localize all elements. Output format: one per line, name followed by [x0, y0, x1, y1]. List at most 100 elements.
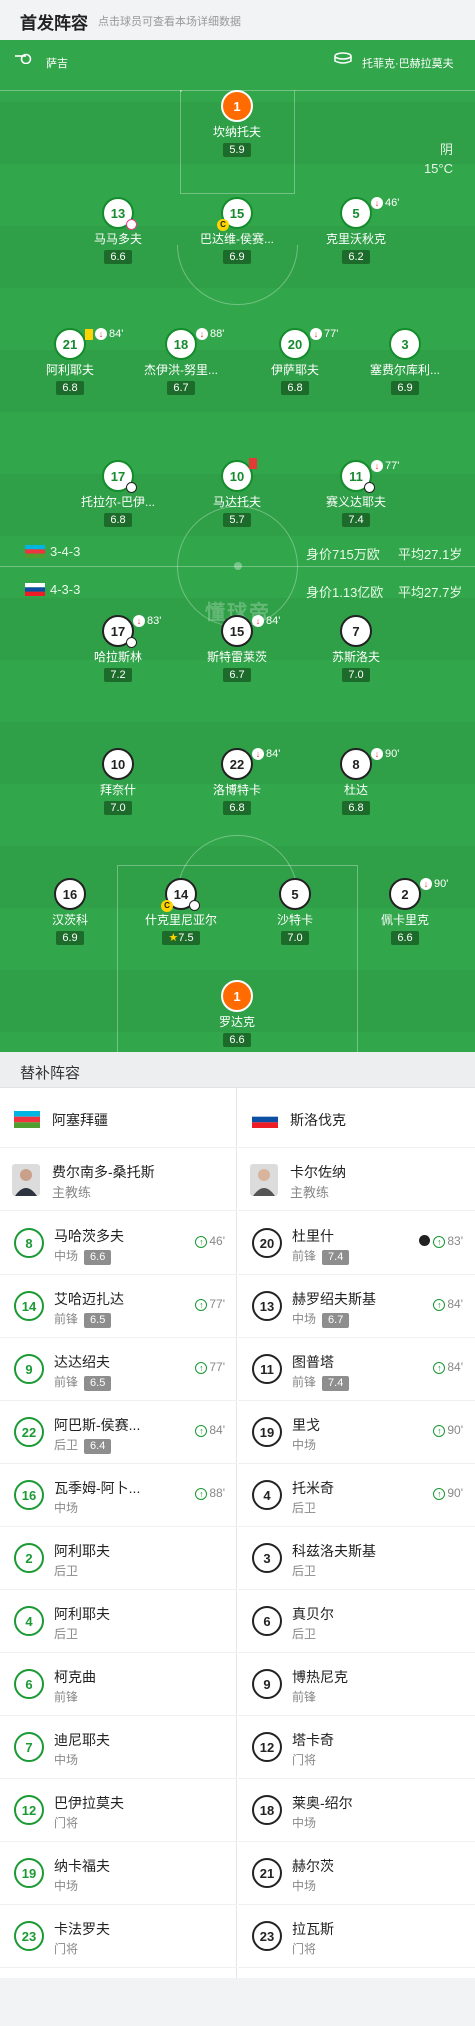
sub-in-time: 77': [209, 1297, 225, 1311]
sub-position-label: 后卫: [54, 1627, 79, 1641]
weather-temp: 15°C: [423, 161, 453, 176]
sub-name: 真贝尔: [292, 1606, 334, 1622]
away-player-8[interactable]: 8 ↓ 90' 杜达 6.8: [301, 748, 411, 816]
sub-player-row[interactable]: 2 阿利耶夫 后卫: [0, 1527, 237, 1590]
away-player-16[interactable]: 16 汉茨科 6.9: [15, 878, 125, 946]
player-number: 17: [110, 623, 126, 639]
sub-out-time: 90': [434, 878, 449, 890]
sub-player-row[interactable]: 23 拉瓦斯 门将: [238, 1905, 475, 1968]
away-player-22[interactable]: 22 ↓ 84' 洛博特卡 6.8: [182, 748, 292, 816]
sub-name: 卡法罗夫: [54, 1921, 110, 1937]
sub-position-label: 中场: [292, 1816, 317, 1830]
sub-player-row[interactable]: 11 图普塔 前锋 7.4 ↑ 84': [238, 1338, 475, 1401]
sub-player-row[interactable]: 18 莱奥-绍尔中场: [238, 1779, 475, 1842]
sub-player-row[interactable]: 12 塔卡奇 门将: [238, 1716, 475, 1779]
sub-player-row[interactable]: 20 杜里什 前锋 7.4 ↑ 83': [238, 1212, 475, 1275]
sub-player-row[interactable]: 13 赫罗绍夫斯基 中场 6.7 ↑ 84': [238, 1275, 475, 1338]
home-player-3[interactable]: 3 塞费尔库利... 6.9: [350, 328, 460, 396]
sub-player-row[interactable]: 22 阿巴斯-侯赛... 后卫 6.4 ↑ 84': [0, 1401, 237, 1464]
sub-position: 前锋 7.4: [292, 1247, 350, 1265]
sub-out-info: ↓ 84': [85, 328, 123, 341]
player-name: 巴达维-侯赛...: [200, 232, 274, 246]
sub-player-row[interactable]: 16 瓦季姆-阿卜... 中场 ↑ 88': [0, 1464, 237, 1527]
home-coach[interactable]: 费尔南多-桑托斯 主教练: [0, 1148, 237, 1211]
away-coach[interactable]: 卡尔佐纳 主教练: [238, 1148, 475, 1211]
sub-position-label: 前锋: [292, 1249, 317, 1263]
sub-in-info: ↑ 77': [195, 1360, 225, 1374]
player-number: 3: [389, 328, 421, 360]
away-player-2[interactable]: 2 ↓ 90' 佩卡里克 6.6: [350, 878, 460, 946]
sub-name: 阿巴斯-侯赛...: [54, 1417, 141, 1433]
sub-position: 门将: [54, 1814, 78, 1831]
sub-name: 赫罗绍夫斯基: [292, 1291, 376, 1307]
away-player-7[interactable]: 7 苏斯洛夫 7.0: [301, 615, 411, 683]
sub-position-label: 中场: [292, 1312, 317, 1326]
sub-position: 前锋: [292, 1688, 316, 1705]
sub-player-row[interactable]: 6 真贝尔 后卫: [238, 1590, 475, 1653]
away-player-1[interactable]: 1 罗达克 6.6: [182, 980, 292, 1048]
yellow-card-icon: [85, 328, 93, 340]
sub-player-row[interactable]: 6 柯克曲 前锋: [0, 1653, 237, 1716]
sub-player-row[interactable]: 14 艾哈迈扎达 前锋 6.5 ↑ 77': [0, 1275, 237, 1338]
away-player-15[interactable]: 15 ↓ 84' 斯特雷莱茨 6.7: [182, 615, 292, 683]
home-player-18[interactable]: 18 ↓ 88' 杰伊洪-努里... 6.7: [126, 328, 236, 396]
home-player-10[interactable]: 10 马达托夫 5.7: [182, 458, 292, 528]
sub-position: 中场: [54, 1499, 78, 1516]
sub-out-time: 77': [385, 460, 400, 472]
player-number: 8: [340, 748, 372, 780]
sub-player-row[interactable]: 9 达达绍夫 前锋 6.5 ↑ 77': [0, 1338, 237, 1401]
sub-out-info: ↓ 84': [252, 615, 280, 628]
sub-out-icon: ↓: [371, 748, 383, 761]
home-player-15[interactable]: 15 C 巴达维-侯赛... 6.9: [182, 197, 292, 265]
coach-role: 主教练: [290, 1185, 330, 1200]
home-player-21[interactable]: 21 ↓ 84' 阿利耶夫 6.8: [15, 328, 125, 396]
home-player-1[interactable]: 1 坎纳托夫 5.9: [182, 90, 292, 158]
sub-number: 18: [252, 1795, 282, 1825]
sub-player-row[interactable]: 23 卡法罗夫 门将: [0, 1905, 237, 1968]
away-player-10[interactable]: 10 拜奈什 7.0: [63, 748, 173, 816]
sub-position: 门将: [292, 1940, 316, 1957]
sub-number: 6: [252, 1606, 282, 1636]
player-rating: 6.9: [223, 250, 251, 264]
sub-player-row[interactable]: 9 博热尼克 前锋: [238, 1653, 475, 1716]
sub-name: 瓦季姆-阿卜...: [54, 1480, 141, 1496]
sub-player-row[interactable]: 8 马哈茨多夫 中场 6.6 ↑ 46': [0, 1212, 237, 1275]
player-name: 阿利耶夫: [45, 363, 94, 377]
coach-avatar: [250, 1164, 278, 1196]
away-player-5[interactable]: 5 沙特卡 7.0: [240, 878, 350, 946]
referee-name: 萨吉: [46, 58, 68, 70]
sub-out-info: ↓ 88': [196, 328, 224, 341]
sub-player-row[interactable]: 19 里戈 中场 ↑ 90': [238, 1401, 475, 1464]
away-player-14[interactable]: 14 C 什克里尼亚尔 ★7.5: [126, 878, 236, 946]
home-player-17[interactable]: 17 托拉尔-巴伊... 6.8: [63, 460, 173, 528]
sub-player-row[interactable]: 7 迪尼耶夫 中场: [0, 1716, 237, 1779]
player-rating: 5.7: [223, 513, 251, 527]
sub-player-row[interactable]: 4 阿利耶夫 后卫: [0, 1590, 237, 1653]
goal-ball-icon: [126, 482, 137, 493]
home-player-5[interactable]: 5 ↓ 46' 克里沃秋克 6.2: [301, 197, 411, 265]
home-player-20[interactable]: 20 ↓ 77' 伊萨耶夫 6.8: [240, 328, 350, 396]
sub-number: 11: [252, 1354, 282, 1384]
sub-name: 莱奥-绍尔: [292, 1795, 353, 1811]
sub-position: 中场: [54, 1877, 78, 1894]
sub-player-row[interactable]: 4 托米奇 后卫 ↑ 90': [238, 1464, 475, 1527]
sub-player-row[interactable]: 21 赫尔茨 中场: [238, 1842, 475, 1905]
sub-player-row[interactable]: 12 巴伊拉莫夫 门将: [0, 1779, 237, 1842]
sub-player-row[interactable]: 19 纳卡福夫 中场: [0, 1842, 237, 1905]
away-team-name: 斯洛伐克: [290, 1112, 346, 1128]
home-player-13[interactable]: 13 马马多夫 6.6: [63, 197, 173, 265]
player-number: 1: [221, 980, 253, 1012]
sub-out-icon: ↓: [252, 615, 264, 628]
sub-position: 中场: [292, 1436, 316, 1453]
sub-position: 门将: [54, 1940, 78, 1957]
player-rating: 7.0: [342, 668, 370, 682]
sub-in-info: ↑ 90': [433, 1423, 463, 1437]
away-player-17[interactable]: 17 ↓ 83' 哈拉斯林 7.2: [63, 615, 173, 683]
sub-player-row[interactable]: 3 科兹洛夫斯基 后卫: [238, 1527, 475, 1590]
sub-rating: 7.4: [322, 1250, 350, 1265]
home-player-11[interactable]: 11 ↓ 77' 赛义达耶夫 7.4: [301, 460, 411, 528]
subs-title: 替补阵容: [20, 1065, 81, 1082]
sub-in-icon: ↑: [433, 1488, 446, 1500]
player-rating: 6.8: [281, 381, 309, 395]
sub-in-icon: ↑: [433, 1362, 446, 1374]
